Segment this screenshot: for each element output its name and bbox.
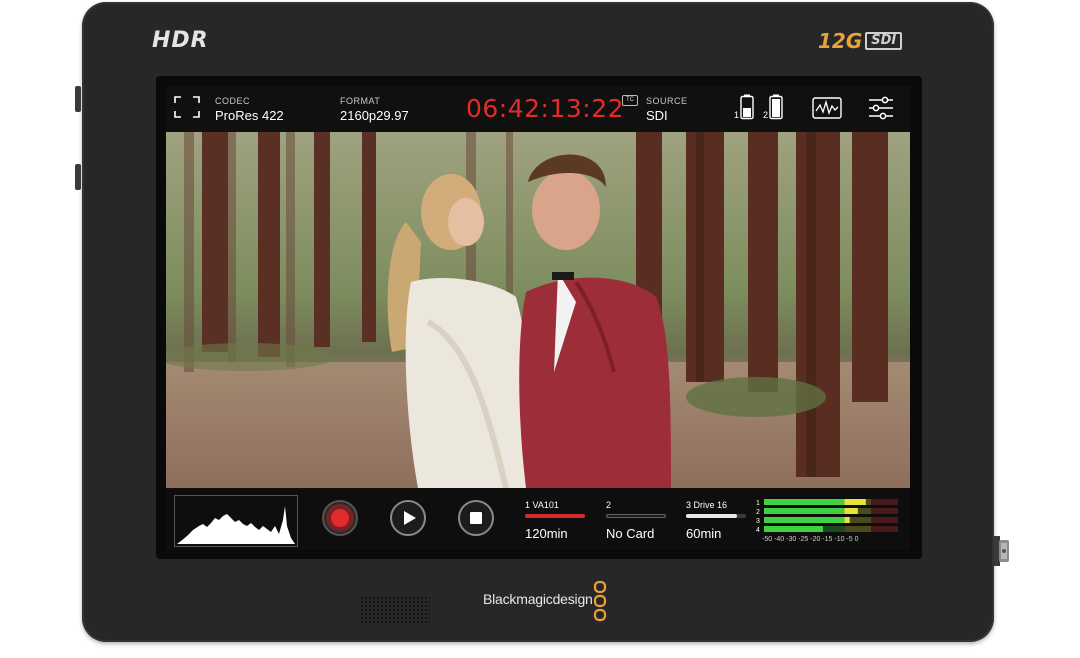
battery-status[interactable]: 1 2 [734,94,790,122]
sdi-badge-suffix: SDI [865,32,903,50]
meter-level-peak [844,517,850,523]
battery-2-label: 2 [763,110,769,120]
record-button[interactable] [322,500,358,536]
meter-level-bar [764,517,845,523]
codec-value[interactable]: ProRes 422 [215,108,284,123]
slot-remaining-time: 60min [686,526,722,541]
speaker-grille [360,596,430,624]
codec-label: CODEC [215,96,251,106]
sdi-badge-prefix: 12G [818,29,863,53]
meter-level-peak [844,499,866,505]
brand-name: Blackmagicdesign [483,591,593,607]
sdi-connector [994,536,1009,566]
format-value[interactable]: 2160p29.97 [340,108,409,123]
audio-level-meters: 1 2 3 4 [756,499,898,534]
meter-level-bar [764,508,845,514]
stop-button[interactable] [458,500,494,536]
blackmagic-logo-icon [593,580,607,622]
meter-zone [871,499,898,505]
histogram-icon[interactable] [174,495,298,547]
fullscreen-icon[interactable] [174,96,200,118]
slot-capacity-bar [606,514,666,518]
meter-channel-label: 2 [756,509,760,516]
meter-zone [871,526,898,532]
play-button[interactable] [390,500,426,536]
slot-remaining-time: No Card [606,526,655,541]
meter-scale: -50 -40 -30 -25 -20 -15 -10 -5 0 [762,536,859,543]
settings-sliders-icon[interactable] [868,96,894,120]
battery-1-label: 1 [734,110,740,120]
slot-capacity-bar [686,514,746,518]
timecode-source-icon: TC [622,95,638,106]
stop-icon [470,512,482,524]
meter-channel-label: 3 [756,518,760,525]
12g-sdi-badge: 12G SDI [818,29,903,53]
meter-channel-label: 1 [756,500,760,507]
meter-channel-label: 4 [756,527,760,534]
meter-zone [871,508,898,514]
timecode-display: 06:42:13:22 [466,94,625,123]
slot-label: 3 Drive 16 [686,500,728,510]
slot-capacity-bar [525,514,585,518]
meter-level-bar [764,526,823,532]
meter-zone [871,517,898,523]
slot-label: 1 VA101 [525,500,559,510]
record-icon [326,504,354,532]
source-value[interactable]: SDI [646,108,668,123]
format-label: FORMAT [340,96,381,106]
slot-remaining-time: 120min [525,526,568,541]
meter-level-bar [764,499,845,505]
meter-level-peak [844,508,858,514]
waveform-scope-icon[interactable] [812,97,842,119]
hdr-logo: HDR [152,28,209,53]
meter-zone [844,526,872,532]
battery-icon [769,94,783,120]
slot-label: 2 [606,500,612,510]
side-button-lower[interactable] [75,164,81,190]
source-label: SOURCE [646,96,688,106]
battery-icon [740,94,754,120]
play-icon [404,511,416,525]
side-button-upper[interactable] [75,86,81,112]
video-preview [166,132,910,488]
